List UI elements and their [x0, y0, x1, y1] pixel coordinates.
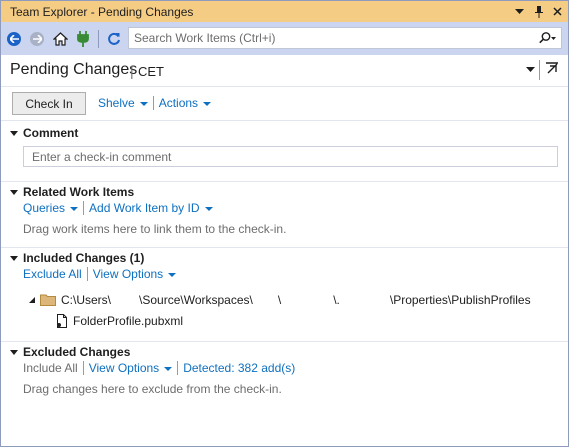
- team-explorer-window: Team Explorer - Pending Changes Search W…: [0, 0, 569, 447]
- chevron-down-icon: [70, 206, 79, 211]
- shelve-link[interactable]: Shelve: [98, 96, 148, 110]
- excluded-changes-header[interactable]: Excluded Changes: [10, 345, 130, 359]
- home-button[interactable]: [50, 29, 70, 49]
- exclude-all-link[interactable]: Exclude All: [23, 267, 82, 281]
- related-work-items-hint: Drag work items here to link them to the…: [23, 222, 287, 236]
- search-input[interactable]: [129, 29, 535, 47]
- connect-button[interactable]: [73, 29, 93, 49]
- related-links: Queries Add Work Item by ID: [23, 201, 213, 215]
- included-changes-section: Included Changes (1) Exclude All View Op…: [1, 247, 568, 341]
- action-links: Shelve Actions: [98, 96, 212, 110]
- collapse-triangle-icon[interactable]: [10, 256, 18, 261]
- header-separator: [539, 60, 540, 80]
- plug-icon: [77, 30, 89, 47]
- title-separator: |: [130, 63, 134, 79]
- back-arrow-icon: [7, 31, 21, 46]
- check-in-comment-input[interactable]: [24, 148, 557, 165]
- forward-arrow-icon: [30, 31, 44, 46]
- related-work-items-title: Related Work Items: [23, 185, 135, 199]
- home-icon: [52, 31, 68, 46]
- comment-box[interactable]: [23, 146, 558, 167]
- actions-link[interactable]: Actions: [158, 96, 212, 110]
- folder-icon: [40, 294, 56, 306]
- path-part: \Source\Workspaces\: [139, 293, 253, 307]
- expanded-triangle-icon[interactable]: [28, 296, 36, 304]
- related-work-items-section: Related Work Items Queries Add Work Item…: [1, 181, 568, 247]
- navigate-icon[interactable]: [543, 60, 561, 78]
- title-bar: Team Explorer - Pending Changes: [1, 1, 568, 22]
- comment-header[interactable]: Comment: [10, 126, 78, 140]
- page-header: Pending Changes | CET: [1, 55, 568, 87]
- collapse-triangle-icon[interactable]: [10, 131, 18, 136]
- window-title: Team Explorer - Pending Changes: [10, 4, 194, 19]
- comment-title: Comment: [23, 126, 79, 140]
- link-separator: [82, 361, 84, 375]
- path-part: \.: [333, 293, 340, 307]
- view-options-link[interactable]: View Options: [92, 267, 177, 281]
- excluded-links: Include All View Options Detected: 382 a…: [23, 361, 295, 375]
- search-icon[interactable]: [535, 32, 561, 44]
- page-dropdown-icon[interactable]: [523, 62, 537, 78]
- link-separator: [152, 96, 154, 110]
- queries-link[interactable]: Queries: [23, 201, 79, 215]
- chevron-down-icon: [204, 206, 213, 211]
- view-options-link[interactable]: View Options: [88, 361, 173, 375]
- included-links: Exclude All View Options: [23, 267, 177, 281]
- excluded-changes-hint: Drag changes here to exclude from the ch…: [23, 382, 282, 396]
- actions-row: Check In Shelve Actions: [1, 87, 568, 120]
- add-work-item-label: Add Work Item by ID: [89, 201, 200, 215]
- file-icon: [57, 314, 67, 328]
- file-tree-item[interactable]: FolderProfile.pubxml: [56, 314, 183, 328]
- toolbar-separator: [98, 29, 99, 48]
- view-options-label: View Options: [92, 267, 164, 281]
- related-work-items-header[interactable]: Related Work Items: [10, 185, 134, 199]
- page-title: Pending Changes: [10, 61, 138, 78]
- link-separator: [177, 361, 179, 375]
- detected-link[interactable]: Detected: 382 add(s): [183, 361, 295, 375]
- include-all-link[interactable]: Include All: [23, 361, 78, 375]
- shelve-label: Shelve: [98, 96, 135, 110]
- view-options-label: View Options: [88, 361, 160, 375]
- link-separator: [83, 201, 85, 215]
- path-part: C:\Users\: [61, 293, 112, 307]
- path-part: \: [277, 293, 282, 307]
- excluded-changes-section: Excluded Changes Include All View Option…: [1, 341, 568, 446]
- back-button[interactable]: [4, 29, 24, 49]
- search-work-items-box[interactable]: [128, 27, 562, 49]
- queries-label: Queries: [23, 201, 66, 215]
- refresh-button[interactable]: [104, 29, 124, 49]
- included-changes-header[interactable]: Included Changes (1): [10, 251, 144, 265]
- toolbar: [1, 22, 568, 55]
- path-part: \Properties\PublishProfiles: [389, 293, 531, 307]
- chevron-down-icon: [203, 101, 212, 106]
- folder-tree-item[interactable]: C:\Users\ \Source\Workspaces\ \ \. \Prop…: [28, 293, 531, 307]
- collapse-triangle-icon[interactable]: [10, 350, 18, 355]
- add-work-item-link[interactable]: Add Work Item by ID: [89, 201, 213, 215]
- included-changes-title: Included Changes (1): [23, 251, 145, 265]
- chevron-down-icon: [139, 101, 148, 106]
- collapse-triangle-icon[interactable]: [10, 190, 18, 195]
- forward-button[interactable]: [27, 29, 47, 49]
- check-in-button[interactable]: Check In: [12, 92, 86, 115]
- window-position-dropdown-icon[interactable]: [511, 3, 528, 20]
- project-name: CET: [138, 64, 164, 79]
- pin-icon[interactable]: [530, 3, 547, 20]
- actions-label: Actions: [158, 96, 199, 110]
- close-icon[interactable]: [549, 3, 566, 20]
- file-name: FolderProfile.pubxml: [73, 314, 184, 328]
- refresh-icon: [108, 32, 120, 45]
- comment-section: Comment: [1, 120, 568, 181]
- excluded-changes-title: Excluded Changes: [23, 345, 131, 359]
- link-separator: [86, 267, 88, 281]
- chevron-down-icon: [164, 366, 173, 371]
- chevron-down-icon: [168, 272, 177, 277]
